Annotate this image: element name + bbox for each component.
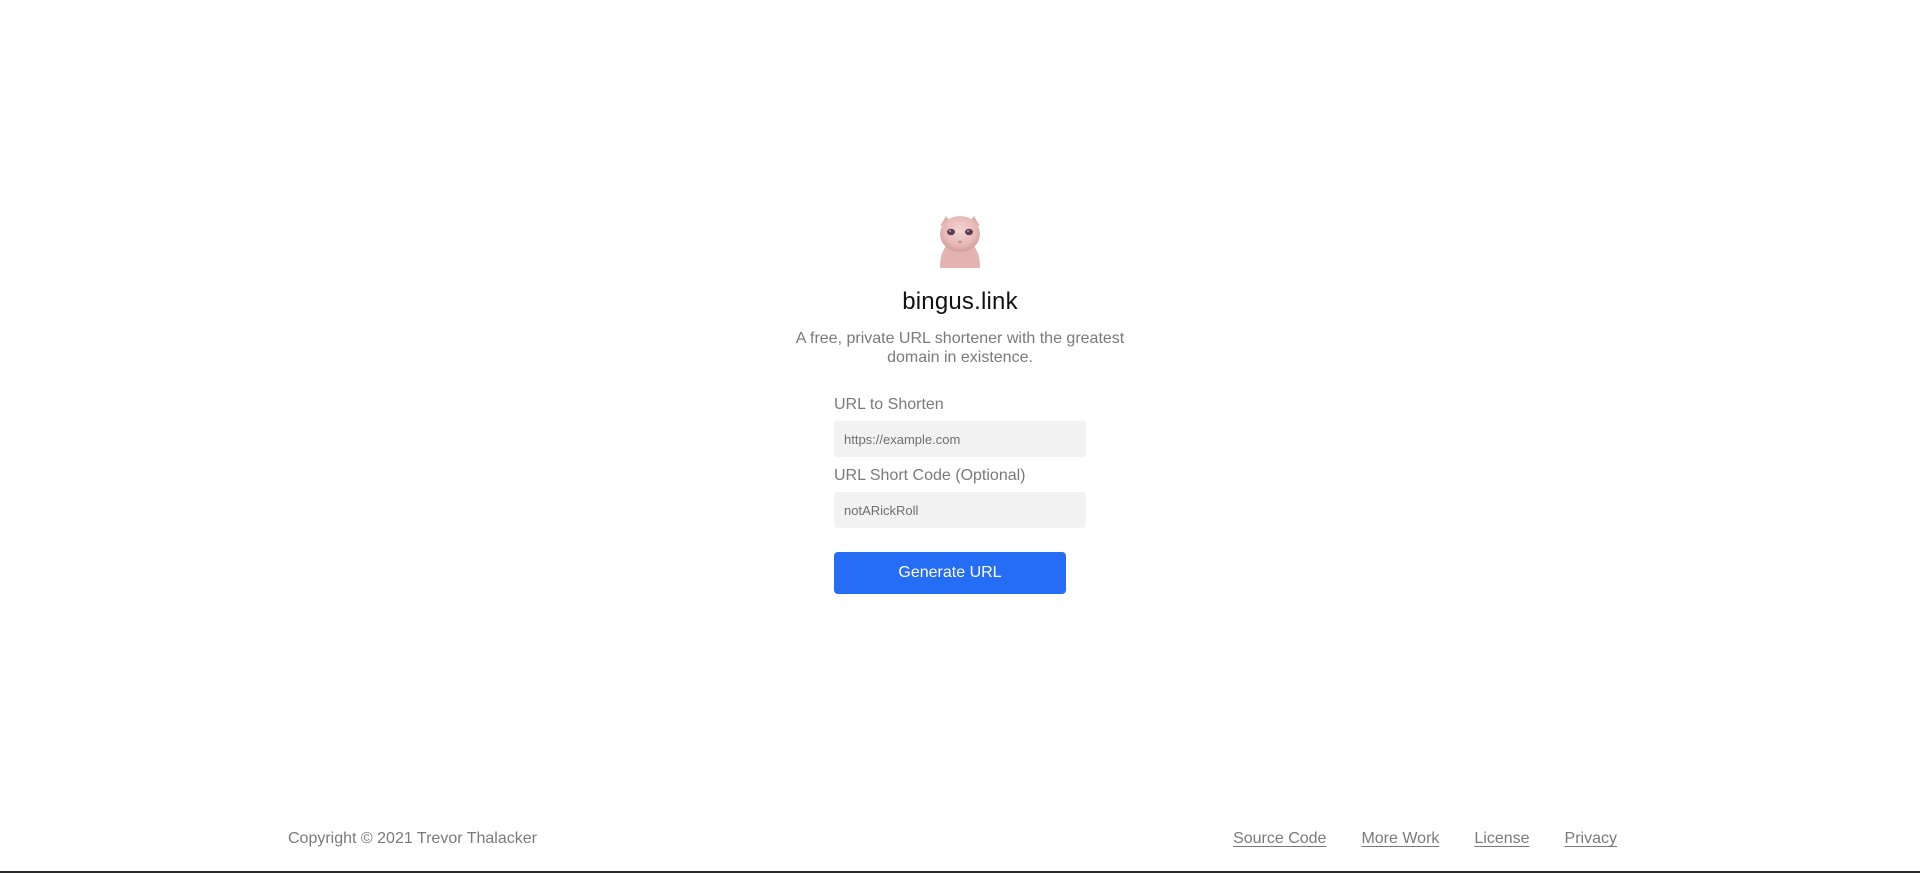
shorten-form: URL to Shorten URL Short Code (Optional)… (834, 396, 1086, 594)
main-content: bingus.link A free, private URL shortene… (0, 212, 1920, 594)
more-work-link[interactable]: More Work (1361, 830, 1439, 848)
generate-url-button[interactable]: Generate URL (834, 552, 1066, 594)
page: bingus.link A free, private URL shortene… (0, 0, 1920, 873)
url-to-shorten-input[interactable] (834, 421, 1086, 457)
url-to-shorten-label: URL to Shorten (834, 396, 944, 413)
copyright-text: Copyright © 2021 Trevor Thalacker (288, 830, 537, 847)
source-code-link[interactable]: Source Code (1233, 830, 1326, 848)
short-code-label: URL Short Code (Optional) (834, 467, 1026, 484)
page-title: bingus.link (902, 288, 1018, 315)
privacy-link[interactable]: Privacy (1565, 830, 1617, 848)
footer-links: Source Code More Work License Privacy (1233, 830, 1617, 848)
bingus-cat-logo-icon (940, 216, 980, 268)
page-subtitle: A free, private URL shortener with the g… (795, 330, 1125, 366)
license-link[interactable]: License (1474, 830, 1529, 848)
footer: Copyright © 2021 Trevor Thalacker Source… (288, 830, 1617, 848)
short-code-input[interactable] (834, 492, 1086, 528)
field-spacer (834, 457, 1086, 467)
